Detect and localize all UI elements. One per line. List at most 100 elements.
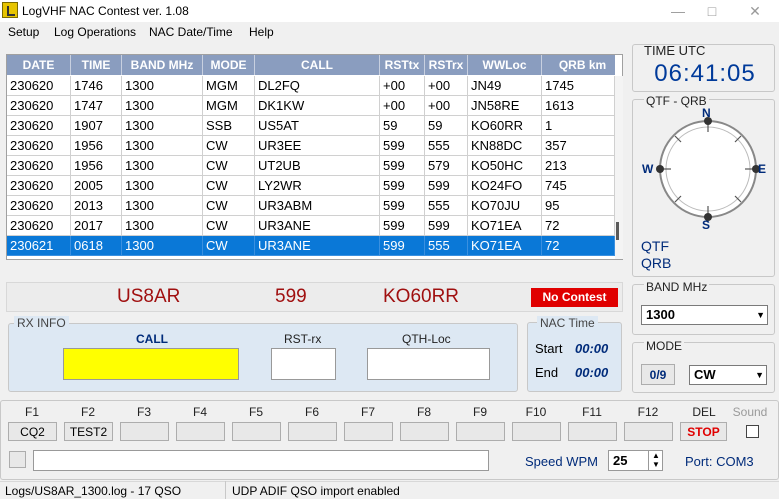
speed-spinner[interactable]: ▲ ▼ <box>648 451 662 470</box>
table-cell: 72 <box>542 236 615 256</box>
table-cell: 1300 <box>122 96 203 116</box>
menu-help[interactable]: Help <box>249 25 274 39</box>
col-header-call[interactable]: CALL <box>255 55 380 75</box>
fkey-button-f6[interactable] <box>288 422 337 441</box>
compass-n-label: N <box>702 106 711 120</box>
menu-nac-datetime[interactable]: NAC Date/Time <box>149 25 233 39</box>
table-cell: +00 <box>380 96 425 116</box>
time-utc-value: 06:41:05 <box>654 60 756 87</box>
rx-qth-input[interactable] <box>367 348 490 380</box>
fkey-button-f7[interactable] <box>344 422 393 441</box>
table-cell: 745 <box>542 176 615 196</box>
col-header-mode[interactable]: MODE <box>203 55 255 75</box>
fkey-button-f11[interactable] <box>568 422 617 441</box>
station-rst: 599 <box>275 286 307 307</box>
table-cell: 1907 <box>71 116 122 136</box>
qrb-label: QRB <box>641 255 672 271</box>
col-header-rsttx[interactable]: RSTtx <box>380 55 425 75</box>
table-cell: 599 <box>380 176 425 196</box>
com-port-label: Port: COM3 <box>685 454 754 469</box>
col-header-time[interactable]: TIME <box>71 55 122 75</box>
table-row[interactable]: 230620 1956 1300 CW UR3EE 599 555 KN88DC 357 <box>7 136 615 156</box>
compass-s-label: S <box>702 218 711 232</box>
fkey-button-f1[interactable]: CQ2 <box>8 422 57 441</box>
table-cell: KO24FO <box>468 176 542 196</box>
rx-qth-label: QTH-Loc <box>402 332 451 346</box>
table-cell: MGM <box>203 76 255 96</box>
table-cell: 599 <box>425 176 468 196</box>
table-row[interactable]: 230620 1746 1300 MGM DL2FQ +00 +00 JN49 1745 <box>7 76 615 96</box>
close-button[interactable]: ✕ <box>735 0 775 22</box>
table-row[interactable]: 230620 1956 1300 CW UT2UB 599 579 KO50HC 213 <box>7 156 615 176</box>
table-cell: UT2UB <box>255 156 380 176</box>
table-cell: 1300 <box>122 156 203 176</box>
nac-start-label: Start <box>535 341 563 356</box>
table-cell: 1745 <box>542 76 615 96</box>
table-cell: UR3ANE <box>255 236 380 256</box>
qtf-label: QTF <box>641 238 669 254</box>
table-row[interactable]: 230620 2017 1300 CW UR3ANE 599 599 KO71EA 72 <box>7 216 615 236</box>
table-row[interactable]: 230620 1747 1300 MGM DK1KW +00 +00 JN58RE 1613 <box>7 96 615 116</box>
col-header-wwloc[interactable]: WWLoc <box>468 55 542 75</box>
table-cell: 1956 <box>71 156 122 176</box>
fkey-label-f2: F2 <box>80 405 95 419</box>
fkey-button-f12[interactable] <box>624 422 673 441</box>
fkey-button-f10[interactable] <box>512 422 561 441</box>
col-header-qrb[interactable]: QRB km <box>542 55 623 75</box>
table-cell: 95 <box>542 196 615 216</box>
table-cell: 59 <box>380 116 425 136</box>
table-cell: 1747 <box>71 96 122 116</box>
station-call: US8AR <box>117 286 181 307</box>
table-cell: CW <box>203 196 255 216</box>
log-scrollbar-thumb[interactable] <box>616 222 619 240</box>
table-cell: CW <box>203 156 255 176</box>
table-cell: JN49 <box>468 76 542 96</box>
table-cell: +00 <box>425 76 468 96</box>
table-cell: 0618 <box>71 236 122 256</box>
fkey-label-f6: F6 <box>304 405 319 419</box>
fkey-button-f8[interactable] <box>400 422 449 441</box>
table-row[interactable]: 230621 0618 1300 CW UR3ANE 599 555 KO71EA 72 <box>7 236 615 256</box>
band-select[interactable]: 1300 ▼ <box>641 305 768 325</box>
status-udp: UDP ADIF QSO import enabled <box>232 484 400 498</box>
table-cell: 230620 <box>7 176 71 196</box>
fkey-button-f9[interactable] <box>456 422 505 441</box>
mode-select[interactable]: CW ▼ <box>689 365 767 385</box>
fkey-label-sound: Sound <box>732 405 768 419</box>
table-cell: 230620 <box>7 116 71 136</box>
status-divider <box>225 481 226 499</box>
table-row[interactable]: 230620 2013 1300 CW UR3ABM 599 555 KO70JU 95 <box>7 196 615 216</box>
contest-status-badge[interactable]: No Contest <box>531 288 618 307</box>
menu-log-operations[interactable]: Log Operations <box>54 25 136 39</box>
fkey-label-f11: F11 <box>582 405 602 419</box>
table-cell: US5AT <box>255 116 380 136</box>
sound-checkbox[interactable] <box>746 425 759 438</box>
message-input[interactable] <box>33 450 489 471</box>
table-row[interactable]: 230620 1907 1300 SSB US5AT 59 59 KO60RR 1 <box>7 116 615 136</box>
table-cell: +00 <box>380 76 425 96</box>
rx-call-input[interactable] <box>63 348 239 380</box>
fkey-button-f3[interactable] <box>120 422 169 441</box>
fkey-button-f4[interactable] <box>176 422 225 441</box>
table-cell: MGM <box>203 96 255 116</box>
col-header-date[interactable]: DATE <box>7 55 71 75</box>
rx-rst-input[interactable] <box>271 348 336 380</box>
stop-button[interactable]: STOP <box>680 422 727 441</box>
nac-end-label: End <box>535 365 559 380</box>
message-toggle[interactable] <box>9 451 26 468</box>
maximize-button[interactable]: □ <box>692 0 732 22</box>
menu-setup[interactable]: Setup <box>8 25 39 39</box>
spin-down-icon[interactable]: ▼ <box>652 460 660 469</box>
qso-counter-button[interactable]: 0/9 <box>641 364 675 385</box>
table-cell: 1300 <box>122 116 203 136</box>
table-cell: 2013 <box>71 196 122 216</box>
spin-up-icon[interactable]: ▲ <box>652 451 660 460</box>
table-row[interactable]: 230620 2005 1300 CW LY2WR 599 599 KO24FO 745 <box>7 176 615 196</box>
col-header-band[interactable]: BAND MHz <box>122 55 203 75</box>
fkey-button-f5[interactable] <box>232 422 281 441</box>
speed-wpm-value: 25 <box>613 453 628 468</box>
fkey-button-f2[interactable]: TEST2 <box>64 422 113 441</box>
band-title: BAND MHz <box>644 280 710 294</box>
table-cell: 2005 <box>71 176 122 196</box>
col-header-rstrx[interactable]: RSTrx <box>425 55 468 75</box>
